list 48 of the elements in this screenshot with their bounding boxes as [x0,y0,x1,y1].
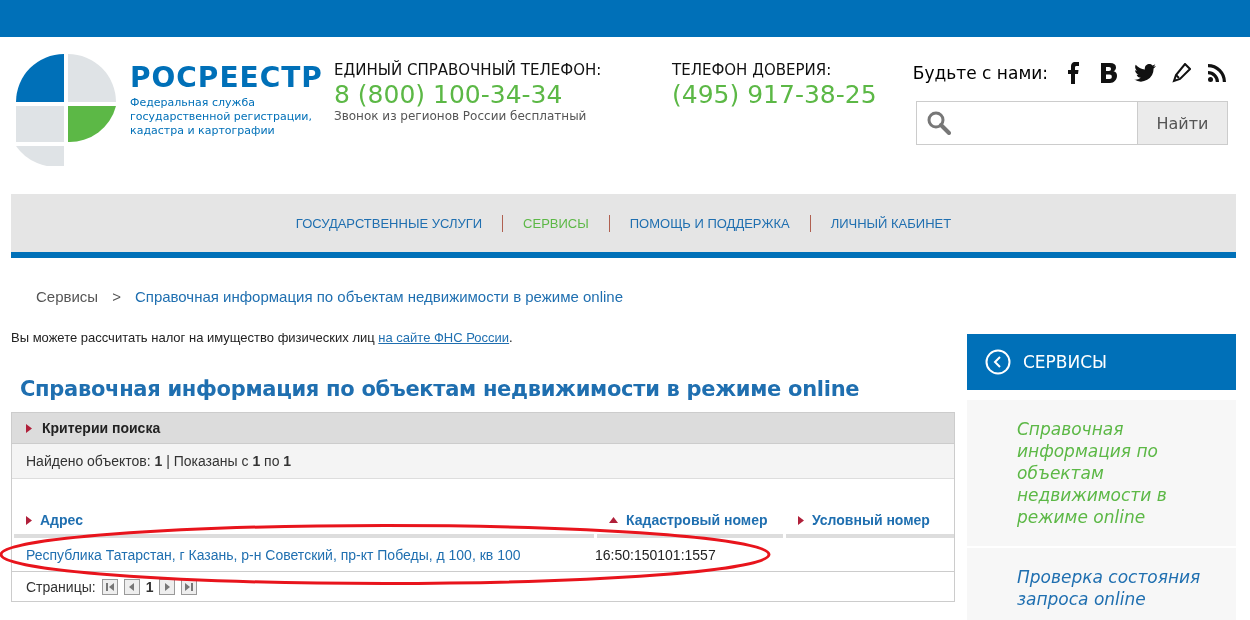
nav-item[interactable]: ПОМОЩЬ И ПОДДЕРЖКА [629,215,790,231]
breadcrumb-separator: > [112,288,121,305]
column-header[interactable]: Условный номер [786,512,954,538]
address-link[interactable]: Республика Татарстан, г Казань, р-н Советский, пр-кт Победы, д 100, кв 100 [12,546,595,563]
tax-notice: Вы можете рассчитать налог на имущество физических лиц на сайте ФНС России. [11,330,514,345]
social-link[interactable] [1206,62,1228,84]
vk-icon [1100,63,1118,83]
first-page-icon [104,581,115,592]
facebook-icon [1067,62,1079,84]
caret-right-icon [26,515,32,525]
breadcrumb-link[interactable]: Справочная информация по объектам недвижимости в режиме online [134,288,624,305]
sidebar-item[interactable]: Проверка состояния запроса online [967,548,1236,620]
column-header[interactable]: Кадастровый номер [597,512,783,538]
current-page: 1 [145,578,154,595]
bird-icon [1134,64,1156,82]
hotline-number: 8 (800) 100-34-34 [334,80,564,109]
trustline-number: (495) 917-38-25 [672,80,877,109]
sidebar-title: СЕРВИСЫ [1023,352,1108,372]
trustline-label: ТЕЛЕФОН ДОВЕРИЯ: [672,61,833,79]
caret-right-icon [26,423,32,433]
fns-link[interactable]: на сайте ФНС России [378,330,510,345]
prev-page-button[interactable] [123,578,140,595]
rss-icon [1208,64,1226,82]
logo-icon [16,54,116,166]
column-header[interactable]: Адрес [14,512,594,538]
nav-item[interactable]: ГОСУДАРСТВЕННЫЕ УСЛУГИ [295,215,483,231]
pager-label: Страницы: [26,578,96,595]
logo-tagline: Федеральная служба государственной регистрации, кадастра и картографии [130,96,313,138]
criteria-toggle[interactable]: Критерии поиска [12,413,954,443]
social-link[interactable] [1170,62,1192,84]
social-link[interactable] [1134,62,1156,84]
sidebar-header[interactable]: СЕРВИСЫ [967,334,1236,390]
sort-up-icon [609,517,618,523]
breadcrumb-link[interactable]: Сервисы [36,288,99,305]
hotline-label: ЕДИНЫЙ СПРАВОЧНЫЙ ТЕЛЕФОН: [334,61,603,79]
pencil-icon [1171,63,1191,83]
caret-right-icon [798,515,804,525]
results-summary: Найдено объектов: 1 | Показаны с 1 по 1 [12,443,954,479]
page-title: Справочная информация по объектам недвижимости в режиме online [20,377,861,401]
logo-name: РОСРЕЕСТР [130,62,324,94]
hotline-note: Звонок из регионов России бесплатный [334,109,588,123]
last-page-icon [184,581,195,592]
first-page-button[interactable] [101,578,118,595]
social-label: Будьте с нами: [912,63,1048,83]
nav-item[interactable]: ЛИЧНЫЙ КАБИНЕТ [830,215,952,231]
back-circle-icon [985,349,1011,375]
social-link[interactable] [1098,62,1120,84]
cadastral-number: 16:50:150101:1557 [595,546,717,563]
